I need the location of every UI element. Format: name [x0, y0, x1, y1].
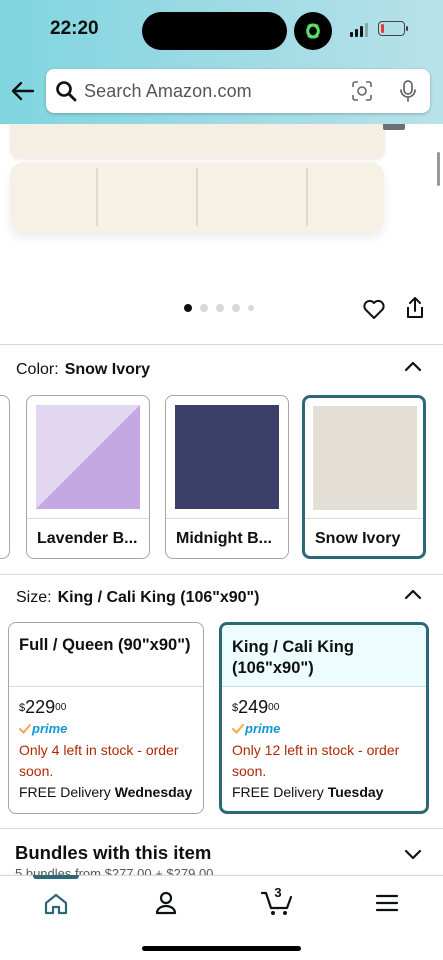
signal-icon: [350, 23, 368, 37]
section-divider: [0, 828, 443, 829]
status-time: 22:20: [50, 18, 99, 39]
bundles-subtitle: 5 bundles from $277.00 + $279.00: [15, 866, 214, 875]
delivery-info: FREE Delivery Wednesday: [19, 784, 193, 800]
back-button[interactable]: [10, 78, 36, 104]
dynamic-island: [142, 12, 287, 50]
cart-count: 3: [274, 885, 282, 900]
product-image-top-cushion: [10, 124, 385, 158]
search-bar[interactable]: Search Amazon.com: [46, 69, 430, 113]
header: 22:20 Search Amazon.com: [0, 0, 443, 124]
swatch-image: [175, 405, 279, 509]
section-divider: [0, 344, 443, 345]
section-divider: [0, 574, 443, 575]
color-swatch-midnight[interactable]: Midnight B...: [165, 395, 289, 559]
prime-badge: prime: [19, 721, 193, 736]
home-indicator: [142, 946, 301, 951]
carousel-dot[interactable]: [216, 304, 224, 312]
cart-button[interactable]: 3: [260, 885, 294, 921]
product-image: [10, 162, 384, 232]
stock-warning: Only 4 left in stock - order soon.: [19, 742, 179, 779]
size-option-name: Full / Queen (90"x90"): [9, 623, 203, 687]
bottom-navigation: 3: [0, 875, 443, 960]
bundles-title[interactable]: Bundles with this item: [15, 842, 211, 864]
color-swatch-snow-ivory[interactable]: Snow Ivory: [302, 395, 426, 559]
prime-check-icon: [19, 723, 31, 734]
prime-check-icon: [232, 723, 244, 734]
prime-badge: prime: [232, 721, 416, 736]
profile-icon[interactable]: [154, 890, 178, 916]
carousel-dot[interactable]: [184, 304, 192, 312]
size-option-full-queen[interactable]: Full / Queen (90"x90") $22900 prime Only…: [8, 622, 204, 814]
camera-scan-icon[interactable]: [351, 80, 373, 102]
share-icon[interactable]: [404, 296, 426, 320]
swatch-label: Snow Ivory: [305, 518, 423, 556]
carousel-dot[interactable]: [200, 304, 208, 312]
back-arrow-icon: [11, 81, 35, 101]
active-tab-indicator: [33, 875, 79, 879]
stock-warning: Only 12 left in stock - order soon.: [232, 742, 400, 779]
chevron-up-icon[interactable]: [404, 587, 422, 601]
swatch-image: [36, 405, 140, 509]
size-option-king-cali-king[interactable]: King / Cali King (106"x90") $24900 prime…: [219, 622, 429, 814]
product-image-carousel[interactable]: [0, 124, 443, 330]
search-icon: [56, 81, 77, 102]
home-icon[interactable]: [43, 892, 69, 916]
size-option-name: King / Cali King (106"x90"): [222, 625, 426, 687]
battery-icon: [378, 21, 408, 36]
delivery-info: FREE Delivery Tuesday: [232, 784, 384, 800]
chevron-up-icon[interactable]: [404, 359, 422, 373]
price: $24900: [232, 697, 280, 717]
scroll-indicator: [437, 152, 440, 186]
size-label: Size:: [16, 589, 52, 606]
swatch-label: Lavender B...: [27, 518, 149, 558]
chevron-down-icon[interactable]: [404, 848, 422, 862]
battery-level: [380, 23, 385, 33]
microphone-icon[interactable]: [398, 79, 418, 103]
size-selector-header[interactable]: Size: King / Cali King (106"x90"): [16, 589, 259, 607]
color-swatch-partial[interactable]: [0, 395, 10, 559]
color-selector-header[interactable]: Color: Snow Ivory: [16, 361, 150, 379]
heart-icon[interactable]: [362, 298, 386, 320]
link-app-icon[interactable]: [294, 12, 332, 50]
carousel-dot[interactable]: [248, 305, 254, 311]
color-swatch-lavender[interactable]: Lavender B...: [26, 395, 150, 559]
selected-color-value: Snow Ivory: [64, 361, 151, 378]
menu-icon[interactable]: [375, 893, 399, 913]
carousel-dot[interactable]: [232, 304, 240, 312]
search-input[interactable]: Search Amazon.com: [84, 81, 252, 102]
swatch-label: Midnight B...: [166, 518, 288, 558]
price: $22900: [19, 697, 67, 717]
swatch-image: [313, 406, 417, 510]
color-label: Color:: [16, 361, 59, 378]
product-image-strap: [383, 124, 405, 130]
carousel-dots: [184, 304, 254, 312]
selected-size-value: King / Cali King (106"x90"): [57, 589, 260, 606]
